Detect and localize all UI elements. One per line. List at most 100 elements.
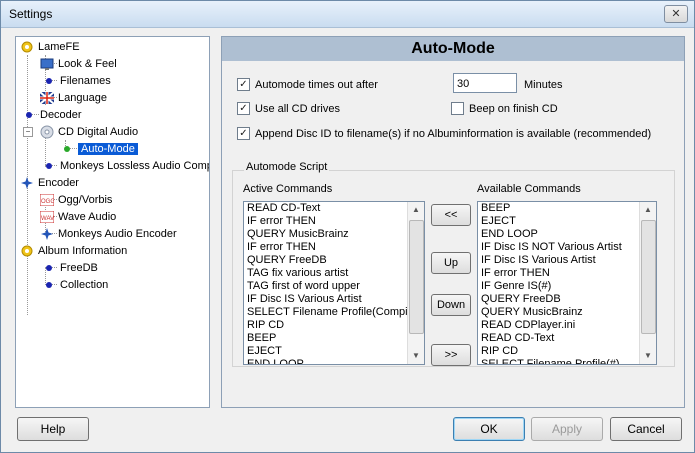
- bullet-icon: [42, 159, 56, 173]
- list-item[interactable]: EJECT: [478, 215, 656, 228]
- use-all-cd-checkbox[interactable]: ✓ Use all CD drives: [237, 102, 340, 115]
- tree-item-look-feel[interactable]: Look & Feel: [40, 56, 117, 72]
- list-item[interactable]: QUERY FreeDB: [478, 293, 656, 306]
- automode-script-label: Automode Script: [244, 161, 330, 173]
- list-item[interactable]: TAG fix various artist: [244, 267, 424, 280]
- list-item[interactable]: END LOOP: [478, 228, 656, 241]
- list-item[interactable]: READ CD-Text: [478, 332, 656, 345]
- tree-item-cd-digital-audio[interactable]: CD Digital Audio: [40, 124, 138, 140]
- move-up-button[interactable]: Up: [431, 252, 471, 274]
- list-item[interactable]: EJECT: [244, 345, 424, 358]
- wav-icon: WAV: [40, 210, 54, 224]
- list-item[interactable]: TAG first of word upper: [244, 280, 424, 293]
- move-to-available-button[interactable]: >>: [431, 344, 471, 366]
- list-item[interactable]: RIP CD: [244, 319, 424, 332]
- bullet-icon: [22, 108, 36, 122]
- bullet-icon: [60, 142, 74, 156]
- star-icon: [20, 176, 34, 190]
- uk-flag-icon: [40, 91, 54, 105]
- tree-label-album-information: Album Information: [38, 245, 128, 257]
- svg-text:OGG: OGG: [41, 199, 54, 205]
- move-to-active-button[interactable]: <<: [431, 204, 471, 226]
- list-item[interactable]: END LOOP: [244, 358, 424, 364]
- svg-text:WAV: WAV: [41, 216, 54, 222]
- list-item[interactable]: QUERY FreeDB: [244, 254, 424, 267]
- list-item[interactable]: RIP CD: [478, 345, 656, 358]
- apply-button[interactable]: Apply: [531, 417, 603, 441]
- list-item[interactable]: QUERY MusicBrainz: [244, 228, 424, 241]
- auto-mode-panel: Auto-Mode ✓ Automode times out after 30 …: [221, 36, 685, 408]
- list-item[interactable]: SELECT Filename Profile(#): [478, 358, 656, 364]
- tree-item-collection[interactable]: Collection: [42, 277, 108, 293]
- list-item[interactable]: BEEP: [478, 202, 656, 215]
- list-item[interactable]: QUERY MusicBrainz: [478, 306, 656, 319]
- timeout-minutes-input[interactable]: 30: [453, 73, 517, 93]
- beep-on-finish-checkbox[interactable]: Beep on finish CD: [451, 102, 558, 115]
- list-item[interactable]: IF Disc IS Various Artist: [478, 254, 656, 267]
- list-item[interactable]: IF Genre IS(#): [478, 280, 656, 293]
- tree-label-ogg-vorbis: Ogg/Vorbis: [58, 194, 113, 206]
- available-list-scrollbar[interactable]: ▲ ▼: [639, 202, 656, 364]
- list-item[interactable]: BEEP: [244, 332, 424, 345]
- tree-item-ogg-vorbis[interactable]: OGG Ogg/Vorbis: [40, 192, 112, 208]
- tree-label-monkeys-lossless: Monkeys Lossless Audio Compr: [60, 160, 210, 172]
- tree-item-wave-audio[interactable]: WAV Wave Audio: [40, 209, 116, 225]
- tree-label-freedb: FreeDB: [60, 262, 98, 274]
- tree-item-freedb[interactable]: FreeDB: [42, 260, 98, 276]
- star-icon: [40, 227, 54, 241]
- collapse-cd-toggle[interactable]: −: [23, 127, 33, 137]
- automode-timeout-label: Automode times out after: [255, 78, 378, 91]
- available-commands-label: Available Commands: [477, 183, 581, 195]
- settings-tree[interactable]: − LameFE Look & Feel Filenames Language …: [15, 36, 210, 408]
- tree-label-language: Language: [58, 92, 107, 104]
- tree-item-monkeys-encoder[interactable]: Monkeys Audio Encoder: [40, 226, 177, 242]
- tree-item-monkeys-lossless[interactable]: Monkeys Lossless Audio Compr: [42, 158, 210, 174]
- tree-item-lamefe[interactable]: LameFE: [20, 39, 80, 55]
- tree-item-filenames[interactable]: Filenames: [42, 73, 111, 89]
- list-item[interactable]: IF error THEN: [478, 267, 656, 280]
- checkbox-box: ✓: [237, 78, 250, 91]
- list-item[interactable]: SELECT Filename Profile(Compila: [244, 306, 424, 319]
- list-item[interactable]: IF Disc IS Various Artist: [244, 293, 424, 306]
- list-item[interactable]: IF error THEN: [244, 241, 424, 254]
- active-commands-label: Active Commands: [243, 183, 333, 195]
- bullet-icon: [42, 74, 56, 88]
- tree-label-monkeys-encoder: Monkeys Audio Encoder: [58, 228, 177, 240]
- available-commands-list[interactable]: BEEP EJECT END LOOP IF Disc IS NOT Various …: [477, 201, 657, 365]
- tree-item-album-information[interactable]: Album Information: [20, 243, 127, 259]
- tree-item-language[interactable]: Language: [40, 90, 107, 106]
- checkbox-box: ✓: [237, 102, 250, 115]
- automode-timeout-checkbox[interactable]: ✓ Automode times out after: [237, 78, 378, 91]
- append-disc-id-checkbox[interactable]: ✓ Append Disc ID to filename(s) if no Al…: [237, 127, 651, 140]
- ok-button[interactable]: OK: [453, 417, 525, 441]
- tree-label-decoder: Decoder: [40, 109, 82, 121]
- tree-item-encoder[interactable]: Encoder: [20, 175, 79, 191]
- move-down-button[interactable]: Down: [431, 294, 471, 316]
- active-commands-list[interactable]: READ CD-Text IF error THEN QUERY MusicBrai…: [243, 201, 425, 365]
- list-item[interactable]: IF Disc IS NOT Various Artist: [478, 241, 656, 254]
- settings-window: Settings ✕ − LameFE Look & Feel Filename…: [0, 0, 695, 453]
- title-bar: Settings ✕: [1, 1, 694, 28]
- minutes-label: Minutes: [524, 79, 563, 91]
- list-item[interactable]: READ CD-Text: [244, 202, 424, 215]
- tree-label-cd-digital-audio: CD Digital Audio: [58, 126, 139, 138]
- tree-label-wave-audio: Wave Audio: [58, 211, 117, 223]
- beep-on-finish-label: Beep on finish CD: [469, 102, 558, 115]
- tree-item-decoder[interactable]: Decoder: [22, 107, 82, 123]
- list-item[interactable]: READ CDPlayer.ini: [478, 319, 656, 332]
- bullet-icon: [42, 261, 56, 275]
- panel-heading: Auto-Mode: [222, 37, 684, 61]
- tree-label-encoder: Encoder: [38, 177, 79, 189]
- tree-label-collection: Collection: [60, 279, 109, 291]
- tree-item-auto-mode[interactable]: Auto-Mode: [60, 141, 138, 157]
- cancel-button[interactable]: Cancel: [610, 417, 682, 441]
- cd-icon: [40, 125, 54, 139]
- tree-label-look-feel: Look & Feel: [58, 58, 117, 70]
- use-all-cd-label: Use all CD drives: [255, 102, 340, 115]
- active-list-scrollbar[interactable]: ▲ ▼: [407, 202, 424, 364]
- list-item[interactable]: IF error THEN: [244, 215, 424, 228]
- tree-label-lamefe: LameFE: [38, 41, 80, 53]
- help-button[interactable]: Help: [17, 417, 89, 441]
- tree-label-auto-mode: Auto-Mode: [78, 143, 138, 155]
- close-button[interactable]: ✕: [664, 5, 688, 23]
